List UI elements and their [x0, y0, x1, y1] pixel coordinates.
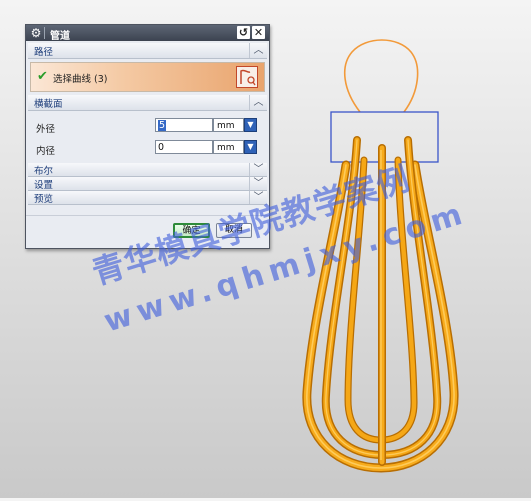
outer-diameter-row: 外径 5 mm ▼	[28, 115, 267, 137]
outer-diameter-input[interactable]: 5	[155, 118, 213, 132]
chevron-up-icon[interactable]: ︿	[249, 43, 267, 58]
guide-curve	[344, 39, 419, 113]
outer-diameter-label: 外径	[36, 124, 56, 135]
inner-diameter-unit[interactable]: mm	[213, 140, 244, 154]
check-icon: ✔	[37, 69, 48, 84]
select-curve-row[interactable]: ✔ 选择曲线 (3)	[30, 62, 265, 92]
section-path-header[interactable]: 路径 ︿	[28, 43, 267, 59]
section-settings-header[interactable]: 设置 ﹀	[28, 177, 267, 191]
outer-diameter-unit[interactable]: mm	[213, 118, 244, 132]
section-cross-section-label: 横截面	[34, 99, 63, 110]
section-preview-header[interactable]: 预览 ﹀	[28, 191, 267, 205]
dropdown-arrow-icon[interactable]: ▼	[244, 140, 257, 154]
section-cross-section-header[interactable]: 横截面 ︿	[28, 95, 267, 111]
dialog-titlebar[interactable]: ⚙ 管道 ↺ ✕	[26, 25, 269, 42]
chevron-up-icon[interactable]: ︿	[249, 95, 267, 110]
chevron-down-icon[interactable]: ﹀	[249, 177, 267, 190]
select-curve-label: 选择曲线 (3)	[53, 74, 108, 85]
titlebar-separator	[44, 27, 45, 39]
gear-icon[interactable]: ⚙	[29, 26, 43, 40]
dialog-title: 管道	[50, 31, 70, 42]
chevron-down-icon[interactable]: ﹀	[249, 163, 267, 176]
reset-icon[interactable]: ↺	[237, 26, 250, 39]
section-preview-label: 预览	[34, 194, 54, 205]
dropdown-arrow-icon[interactable]: ▼	[244, 118, 257, 132]
section-boolean-label: 布尔	[34, 166, 54, 177]
inner-diameter-row: 内径 0 mm ▼	[28, 137, 267, 159]
inner-diameter-input[interactable]: 0	[155, 140, 213, 154]
close-icon[interactable]: ✕	[252, 26, 265, 39]
section-path-label: 路径	[34, 47, 54, 58]
section-boolean-header[interactable]: 布尔 ﹀	[28, 163, 267, 177]
curve-select-icon[interactable]	[236, 66, 258, 88]
inner-diameter-label: 内径	[36, 146, 56, 157]
outer-diameter-value: 5	[158, 120, 167, 131]
section-settings-label: 设置	[34, 180, 54, 191]
